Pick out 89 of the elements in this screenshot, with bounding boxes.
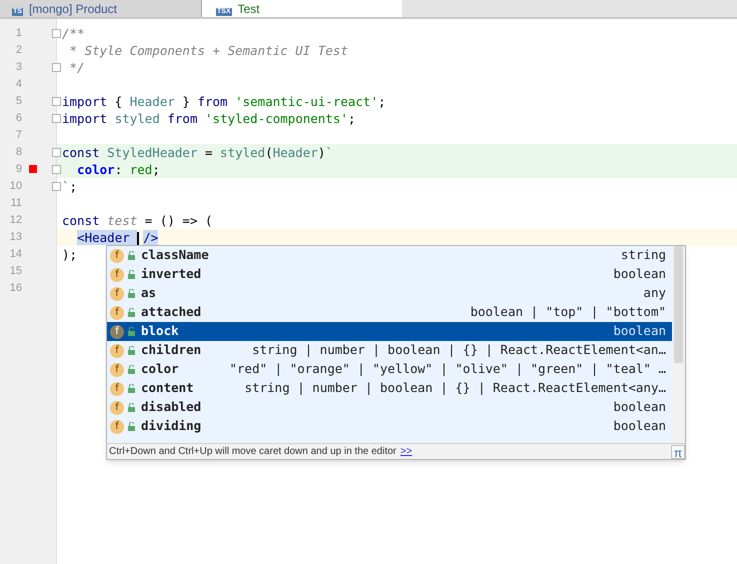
fold-marker-icon[interactable] — [52, 165, 61, 174]
field-icon: f — [110, 324, 124, 338]
field-icon: f — [110, 286, 124, 300]
fold-marker-icon[interactable] — [52, 182, 61, 191]
line-number: 2 — [14, 43, 22, 58]
line-number: 13 — [8, 230, 22, 246]
property-type: boolean — [612, 265, 666, 284]
code-line: color: red; — [76, 162, 160, 177]
more-link[interactable]: >> — [400, 444, 412, 459]
field-icon: f — [110, 306, 124, 320]
line-number: 1 — [14, 26, 22, 42]
line-number: 15 — [8, 264, 22, 280]
code-line: ); — [62, 247, 78, 262]
field-icon: f — [110, 382, 124, 396]
property-name: content — [141, 379, 194, 398]
property-type: string — [620, 246, 666, 264]
completion-item[interactable]: f inverted boolean — [107, 265, 672, 284]
field-icon: f — [110, 362, 124, 376]
line-number: 9 — [14, 162, 22, 178]
property-type: boolean — [612, 398, 666, 416]
field-icon: f — [110, 248, 124, 262]
code-line: */ — [68, 60, 85, 75]
lock-icon — [128, 251, 135, 260]
completion-item[interactable]: f children string | number | boolean | {} | React.ReactElement<an… — [107, 341, 672, 360]
property-type: boolean | "top" | "bottom" — [469, 303, 666, 322]
code-line: import styled from 'styled-components'; — [62, 111, 356, 126]
line-number: 11 — [10, 196, 22, 212]
property-name: disabled — [141, 398, 202, 416]
property-name: children — [141, 341, 202, 360]
field-icon: f — [110, 344, 124, 358]
property-name: color — [141, 360, 179, 378]
completion-item[interactable]: f className string — [107, 246, 672, 265]
line-number: 4 — [14, 77, 22, 92]
pi-button[interactable]: π — [671, 444, 685, 458]
scrollbar[interactable] — [672, 246, 685, 443]
hint-text: Ctrl+Down and Ctrl+Up will move caret down and up in the editor — [109, 445, 396, 459]
property-type: any — [642, 284, 666, 302]
line-number: 12 — [8, 213, 22, 228]
code-line: /** — [62, 26, 85, 41]
code-line: import { Header } from 'semantic-ui-react'; — [62, 94, 386, 109]
completion-item[interactable]: f color "red" | "orange" | "yellow" | "olive" | "green" | "teal" … — [107, 360, 672, 379]
lock-icon — [128, 365, 135, 374]
line-number: 16 — [8, 281, 22, 296]
line-number: 8 — [14, 145, 22, 160]
lock-icon — [128, 346, 135, 355]
code-line: * Style Components + Semantic UI Test — [68, 43, 348, 58]
property-name: block — [141, 322, 179, 340]
property-name: inverted — [141, 265, 202, 284]
property-type: boolean — [612, 322, 666, 340]
line-number: 3 — [14, 60, 22, 76]
code-line: <Header /> — [76, 230, 158, 245]
completion-item[interactable]: f as any — [107, 284, 672, 303]
line-number: 7 — [14, 128, 22, 144]
property-name: as — [141, 284, 156, 302]
property-type: string | number | boolean | {} | React.ReactElement<any… — [244, 379, 666, 398]
field-icon: f — [110, 400, 124, 414]
lock-icon — [128, 403, 135, 412]
property-name: attached — [141, 303, 202, 322]
lock-icon — [128, 422, 135, 431]
lock-icon — [128, 270, 135, 279]
line-number: 10 — [8, 179, 22, 194]
property-type: boolean — [612, 417, 666, 436]
completion-item[interactable]: f content string | number | boolean | {} | React.ReactElement<any… — [107, 379, 672, 398]
completion-item[interactable]: f dividing boolean — [107, 417, 672, 436]
fold-marker-icon[interactable] — [52, 63, 61, 72]
code-line: const test = () => ( — [62, 213, 213, 228]
line-number: 6 — [14, 111, 22, 126]
property-type: string | number | boolean | {} | React.ReactElement<an… — [251, 341, 666, 360]
fold-marker-icon[interactable] — [52, 148, 61, 157]
property-name: className — [141, 246, 209, 264]
line-number: 14 — [8, 247, 22, 262]
fold-marker-icon[interactable] — [52, 114, 61, 123]
property-type: "red" | "orange" | "yellow" | "olive" | "green" | "teal" … — [228, 360, 666, 378]
lock-icon — [128, 289, 135, 298]
lock-icon — [128, 384, 135, 393]
fold-marker-icon[interactable] — [52, 29, 61, 38]
code-line: const StyledHeader = styled(Header)` — [62, 145, 333, 160]
code-line: `; — [62, 179, 78, 194]
lock-icon — [128, 308, 135, 317]
field-icon: f — [110, 420, 124, 434]
completion-item[interactable]: f block boolean — [107, 322, 672, 341]
lock-icon — [128, 327, 135, 336]
breakpoint-marker[interactable] — [29, 165, 37, 173]
field-icon: f — [110, 268, 124, 282]
property-name: dividing — [141, 417, 202, 436]
completion-item[interactable]: f attached boolean | "top" | "bottom" — [107, 303, 672, 322]
fold-marker-icon[interactable] — [52, 97, 61, 106]
line-number: 5 — [14, 94, 22, 110]
completion-item[interactable]: f disabled boolean — [107, 398, 672, 417]
